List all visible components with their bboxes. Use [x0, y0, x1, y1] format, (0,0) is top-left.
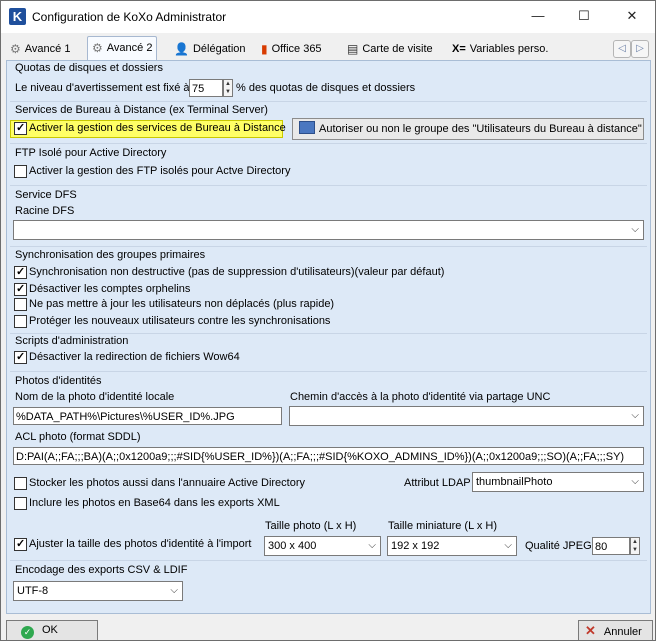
- sync-option-label: Synchronisation non destructive (pas de …: [29, 266, 445, 278]
- tab-avance-1[interactable]: ⚙ Avancé 1: [10, 38, 70, 60]
- thumb-size-select[interactable]: 192 x 192 ⌵: [387, 536, 517, 556]
- jpeg-quality-label: Qualité JPEG: [525, 540, 592, 552]
- chevron-down-icon: ⌵: [631, 476, 639, 487]
- business-card-icon: ▤: [347, 42, 359, 57]
- rds-checkbox-label: Activer la gestion des services de Burea…: [29, 122, 286, 134]
- cancel-button[interactable]: ✕ Annuler: [578, 620, 653, 640]
- encoding-select[interactable]: UTF-8 ⌵: [13, 581, 183, 601]
- jpeg-quality-spinner[interactable]: ▲ ▼: [630, 537, 640, 555]
- koxo-logo-icon: K: [9, 8, 26, 25]
- quotas-title: Quotas de disques et dossiers: [15, 62, 163, 74]
- wow64-label: Désactiver la redirection de fichiers Wo…: [29, 351, 240, 363]
- rds-group-button[interactable]: Autoriser ou non le groupe des "Utilisat…: [292, 118, 644, 140]
- separator: [10, 143, 647, 144]
- dfs-root-label: Racine DFS: [15, 205, 75, 217]
- minimize-button[interactable]: —: [515, 1, 561, 31]
- sync-option-checkbox[interactable]: [14, 315, 27, 328]
- quotas-suffix: % des quotas de disques et dossiers: [236, 82, 416, 94]
- photo-unc-label: Chemin d'accès à la photo d'identité via…: [290, 391, 551, 403]
- tab-variables-perso[interactable]: X= Variables perso.: [452, 38, 548, 60]
- photos-title: Photos d'identités: [15, 375, 102, 387]
- chevron-down-icon: ⌵: [170, 585, 178, 596]
- close-button[interactable]: ✕: [609, 1, 655, 31]
- separator: [10, 333, 647, 334]
- rds-title: Services de Bureau à Distance (ex Termin…: [15, 104, 268, 116]
- variables-icon: X=: [452, 43, 466, 56]
- ok-button[interactable]: ✓ OK: [6, 620, 98, 640]
- store-ad-checkbox[interactable]: [14, 477, 27, 490]
- sync-option-checkbox[interactable]: [14, 298, 27, 311]
- settings-window: K Configuration de KoXo Administrator — …: [0, 0, 656, 641]
- sync-option-checkbox[interactable]: [14, 282, 27, 296]
- tab-office-365[interactable]: ▮ Office 365: [261, 38, 322, 60]
- encoding-title: Encodage des exports CSV & LDIF: [15, 564, 188, 576]
- office-icon: ▮: [261, 42, 268, 57]
- ldap-attribute-label: Attribut LDAP: [404, 477, 471, 489]
- sync-option-checkbox[interactable]: [14, 265, 27, 279]
- chevron-down-icon: ⌵: [631, 224, 639, 235]
- check-icon: ✓: [21, 626, 34, 639]
- chevron-down-icon: ⌵: [504, 540, 512, 551]
- resize-label: Ajuster la taille des photos d'identité …: [29, 538, 252, 550]
- quotas-label: Le niveau d'avertissement est fixé à: [15, 82, 190, 94]
- photo-local-label: Nom de la photo d'identité locale: [15, 391, 175, 403]
- monitor-icon: [299, 121, 315, 134]
- sync-option-label: Ne pas mettre à jour les utilisateurs no…: [29, 298, 335, 310]
- tab-next-icon[interactable]: ▷: [631, 40, 649, 58]
- chevron-down-icon: ⌵: [631, 410, 639, 421]
- ftp-checkbox[interactable]: [14, 165, 27, 178]
- sync-option-label: Désactiver les comptes orphelins: [29, 283, 191, 295]
- quota-threshold-input[interactable]: 75: [189, 79, 223, 97]
- photo-size-select[interactable]: 300 x 400 ⌵: [264, 536, 381, 556]
- store-ad-label: Stocker les photos aussi dans l'annuaire…: [29, 477, 306, 489]
- separator: [10, 246, 647, 247]
- acl-label: ACL photo (format SDDL): [15, 431, 141, 443]
- thumb-size-label: Taille miniature (L x H): [388, 520, 498, 532]
- photo-local-input[interactable]: %DATA_PATH%\Pictures\%USER_ID%.JPG: [13, 407, 282, 425]
- maximize-button[interactable]: ☐: [561, 1, 607, 31]
- separator: [10, 560, 647, 561]
- title-bar: K Configuration de KoXo Administrator — …: [1, 1, 655, 33]
- photo-size-label: Taille photo (L x H): [265, 520, 357, 532]
- sync-title: Synchronisation des groupes primaires: [15, 249, 206, 261]
- ftp-title: FTP Isolé pour Active Directory: [15, 147, 167, 159]
- gear-icon: ⚙: [92, 41, 103, 56]
- resize-checkbox[interactable]: [14, 537, 27, 551]
- acl-input[interactable]: D:PAI(A;;FA;;;BA)(A;;0x1200a9;;;#SID{%US…: [13, 447, 644, 465]
- tab-prev-icon[interactable]: ◁: [613, 40, 631, 58]
- base64-label: Inclure les photos en Base64 dans les ex…: [29, 497, 280, 509]
- scripts-title: Scripts d'administration: [15, 335, 129, 347]
- tab-delegation[interactable]: 👤 Délégation: [174, 38, 246, 60]
- tab-carte-de-visite[interactable]: ▤ Carte de visite: [347, 38, 433, 60]
- jpeg-quality-input[interactable]: 80: [592, 537, 630, 555]
- quota-spinner[interactable]: ▲ ▼: [223, 79, 233, 97]
- ftp-checkbox-label: Activer la gestion des FTP isolés pour A…: [29, 165, 291, 177]
- tab-bar: ⚙ Avancé 1 ⚙ Avancé 2 👤 Délégation ▮ Office …: [1, 36, 655, 61]
- ldap-attribute-select[interactable]: thumbnailPhoto ⌵: [472, 472, 644, 492]
- window-title: Configuration de KoXo Administrator: [32, 10, 227, 24]
- wow64-checkbox[interactable]: [14, 350, 27, 364]
- tab-avance-2[interactable]: ⚙ Avancé 2: [87, 36, 158, 61]
- dfs-root-select[interactable]: ⌵: [13, 220, 644, 240]
- separator: [10, 185, 647, 186]
- base64-checkbox[interactable]: [14, 497, 27, 510]
- chevron-down-icon: ⌵: [368, 540, 376, 551]
- cross-icon: ✕: [585, 623, 596, 638]
- gear-icon: ⚙: [10, 42, 21, 57]
- rds-checkbox[interactable]: [14, 121, 27, 135]
- settings-panel: Quotas de disques et dossiers Le niveau …: [6, 60, 651, 614]
- separator: [10, 101, 647, 102]
- sync-option-label: Protéger les nouveaux utilisateurs contr…: [29, 315, 331, 327]
- separator: [10, 371, 647, 372]
- photo-unc-select[interactable]: ⌵: [289, 406, 644, 426]
- dfs-title: Service DFS: [15, 189, 77, 201]
- user-icon: 👤: [174, 42, 189, 57]
